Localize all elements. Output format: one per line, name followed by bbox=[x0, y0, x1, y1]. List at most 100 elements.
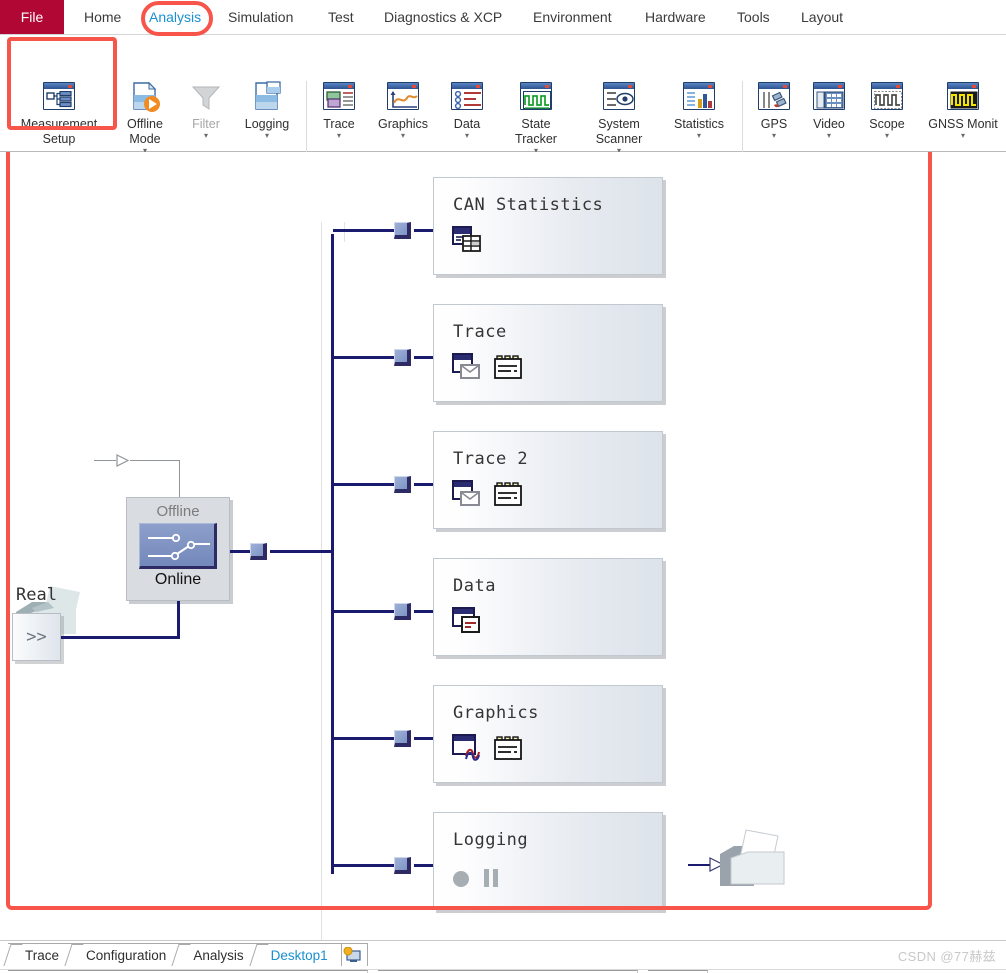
block-branch-wire bbox=[333, 864, 395, 867]
menu-item-diagnostics-xcp[interactable]: Diagnostics & XCP bbox=[378, 0, 508, 34]
canvas-guide-line bbox=[344, 222, 345, 242]
menu-item-file[interactable]: File bbox=[0, 0, 64, 34]
ribbon-button-label: GPS bbox=[760, 117, 788, 131]
menu-item-layout[interactable]: Layout bbox=[795, 0, 849, 34]
menu-item-home[interactable]: Home bbox=[78, 0, 127, 34]
ribbon-button-measurement-setup[interactable]: Measurement Setup bbox=[10, 80, 108, 147]
block-title: Graphics bbox=[453, 703, 539, 723]
ribbon-button-logging[interactable]: Logging ▾ bbox=[236, 80, 298, 140]
block-connector-node[interactable] bbox=[394, 349, 411, 366]
offline-input-wire bbox=[179, 460, 180, 498]
menu-item-environment[interactable]: Environment bbox=[527, 0, 618, 34]
chevron-down-icon[interactable]: ▾ bbox=[961, 132, 965, 140]
block-branch-wire bbox=[333, 356, 395, 359]
trace-block[interactable]: Trace bbox=[433, 304, 663, 402]
ribbon-button-scope[interactable]: Scope ▾ bbox=[860, 80, 914, 140]
chevron-down-icon[interactable]: ▾ bbox=[772, 132, 776, 140]
chevron-down-icon[interactable]: ▾ bbox=[827, 132, 831, 140]
canvas-guide-line bbox=[321, 222, 322, 940]
ribbon-button-video[interactable]: Video ▾ bbox=[802, 80, 856, 140]
bottom-tab-desktop1[interactable]: Desktop1 bbox=[249, 943, 342, 966]
watermark: CSDN @77赫兹 bbox=[897, 949, 996, 964]
block-connector-node[interactable] bbox=[394, 222, 411, 239]
chevron-down-icon[interactable]: ▾ bbox=[337, 132, 341, 140]
bus-trunk-wire bbox=[270, 550, 333, 553]
ribbon-button-label: GNSS Monit bbox=[928, 117, 998, 131]
offline-mode-icon bbox=[127, 80, 163, 114]
chevron-down-icon[interactable]: ▾ bbox=[265, 132, 269, 140]
bottom-tab-label: Trace bbox=[25, 947, 60, 963]
ribbon-button-label: Scope bbox=[869, 117, 905, 131]
chevron-down-icon[interactable]: ▾ bbox=[697, 132, 701, 140]
ribbon-button-label: Offline Mode bbox=[127, 117, 163, 146]
block-branch-wire bbox=[333, 737, 395, 740]
block-icon-row bbox=[452, 353, 522, 385]
block-branch-wire bbox=[333, 229, 395, 232]
statistics-icon bbox=[681, 80, 717, 114]
chevron-down-icon[interactable]: ▾ bbox=[401, 132, 405, 140]
menu-item-tools[interactable]: Tools bbox=[731, 0, 776, 34]
ribbon-button-offline-mode[interactable]: Offline Mode ▾ bbox=[116, 80, 174, 155]
data-block[interactable]: Data bbox=[433, 558, 663, 656]
replay-button[interactable]: >> bbox=[12, 613, 61, 661]
block-connector-node[interactable] bbox=[394, 857, 411, 874]
switch-graphic-icon bbox=[139, 523, 217, 569]
offline-online-switch[interactable]: Offline Online bbox=[126, 497, 230, 601]
ribbon-button-label: Measurement Setup bbox=[20, 117, 98, 146]
clipboard-icon bbox=[494, 736, 522, 766]
block-connector-node[interactable] bbox=[394, 603, 411, 620]
add-desktop-icon[interactable] bbox=[337, 943, 368, 966]
ribbon-button-state-tracker[interactable]: State Tracker ▾ bbox=[498, 80, 574, 155]
menu-item-analysis[interactable]: Analysis bbox=[143, 0, 207, 34]
menu-item-hardware[interactable]: Hardware bbox=[639, 0, 712, 34]
bus-node[interactable] bbox=[250, 543, 267, 560]
can-statistics-block[interactable]: CAN Statistics bbox=[433, 177, 663, 275]
ribbon-button-label: System Scanner bbox=[595, 117, 643, 146]
scope-icon bbox=[869, 80, 905, 114]
block-branch-wire bbox=[333, 483, 395, 486]
trace2-block[interactable]: Trace 2 bbox=[433, 431, 663, 529]
logging-block[interactable]: Logging bbox=[433, 812, 663, 910]
block-icon-row bbox=[452, 734, 522, 766]
ribbon-button-graphics[interactable]: Graphics ▾ bbox=[369, 80, 437, 140]
gps-icon bbox=[756, 80, 792, 114]
bottom-tab-configuration[interactable]: Configuration bbox=[64, 943, 181, 966]
measurement-setup-canvas[interactable]: Offline Online Real >> CAN Statistics Tr… bbox=[0, 152, 1006, 940]
chevron-down-icon[interactable]: ▾ bbox=[465, 132, 469, 140]
clipboard-icon bbox=[494, 482, 522, 512]
graphics-block[interactable]: Graphics bbox=[433, 685, 663, 783]
data-icon bbox=[449, 80, 485, 114]
ribbon-button-data[interactable]: Data ▾ bbox=[441, 80, 493, 140]
block-connector-node[interactable] bbox=[394, 476, 411, 493]
ribbon-button-system-scanner[interactable]: System Scanner ▾ bbox=[578, 80, 660, 155]
ribbon-button-trace[interactable]: Trace ▾ bbox=[313, 80, 365, 140]
ribbon-button-gps[interactable]: GPS ▾ bbox=[750, 80, 798, 140]
chevron-down-icon[interactable]: ▾ bbox=[885, 132, 889, 140]
graphics-icon bbox=[385, 80, 421, 114]
bottom-tab-label: Configuration bbox=[86, 947, 167, 963]
clipboard-icon bbox=[494, 355, 522, 385]
ribbon-button-filter[interactable]: Filter ▾ bbox=[180, 80, 232, 140]
state-tracker-icon bbox=[518, 80, 554, 114]
gnss-monitor-icon bbox=[945, 80, 981, 114]
menu-item-test[interactable]: Test bbox=[322, 0, 360, 34]
logging-output-wire bbox=[688, 864, 710, 866]
bottom-tab-analysis[interactable]: Analysis bbox=[171, 943, 258, 966]
ribbon-button-label: Logging bbox=[244, 117, 290, 131]
switch-offline-label: Offline bbox=[156, 503, 200, 520]
ribbon-button-label: Graphics bbox=[377, 117, 429, 131]
data-window-icon bbox=[452, 607, 482, 639]
block-connector-node[interactable] bbox=[394, 730, 411, 747]
chevron-down-icon[interactable]: ▾ bbox=[204, 132, 208, 140]
ribbon-button-statistics[interactable]: Statistics ▾ bbox=[664, 80, 734, 140]
ribbon-button-label: Filter bbox=[192, 117, 220, 131]
bottom-tab-trace[interactable]: Trace bbox=[3, 943, 74, 966]
block-title: CAN Statistics bbox=[453, 195, 604, 215]
bottom-window-strip bbox=[0, 969, 1006, 973]
logging-file-folder-icon bbox=[718, 828, 790, 895]
ribbon-button-label: State Tracker bbox=[515, 117, 557, 146]
ribbon-toolbar: Measurement Setup Offline Mode ▾ Filter ▾ Loggi… bbox=[0, 35, 1006, 183]
ribbon-button-gnss-monitor[interactable]: GNSS Monit ▾ bbox=[922, 80, 1004, 140]
menu-item-simulation[interactable]: Simulation bbox=[222, 0, 299, 34]
block-title: Trace bbox=[453, 322, 507, 342]
